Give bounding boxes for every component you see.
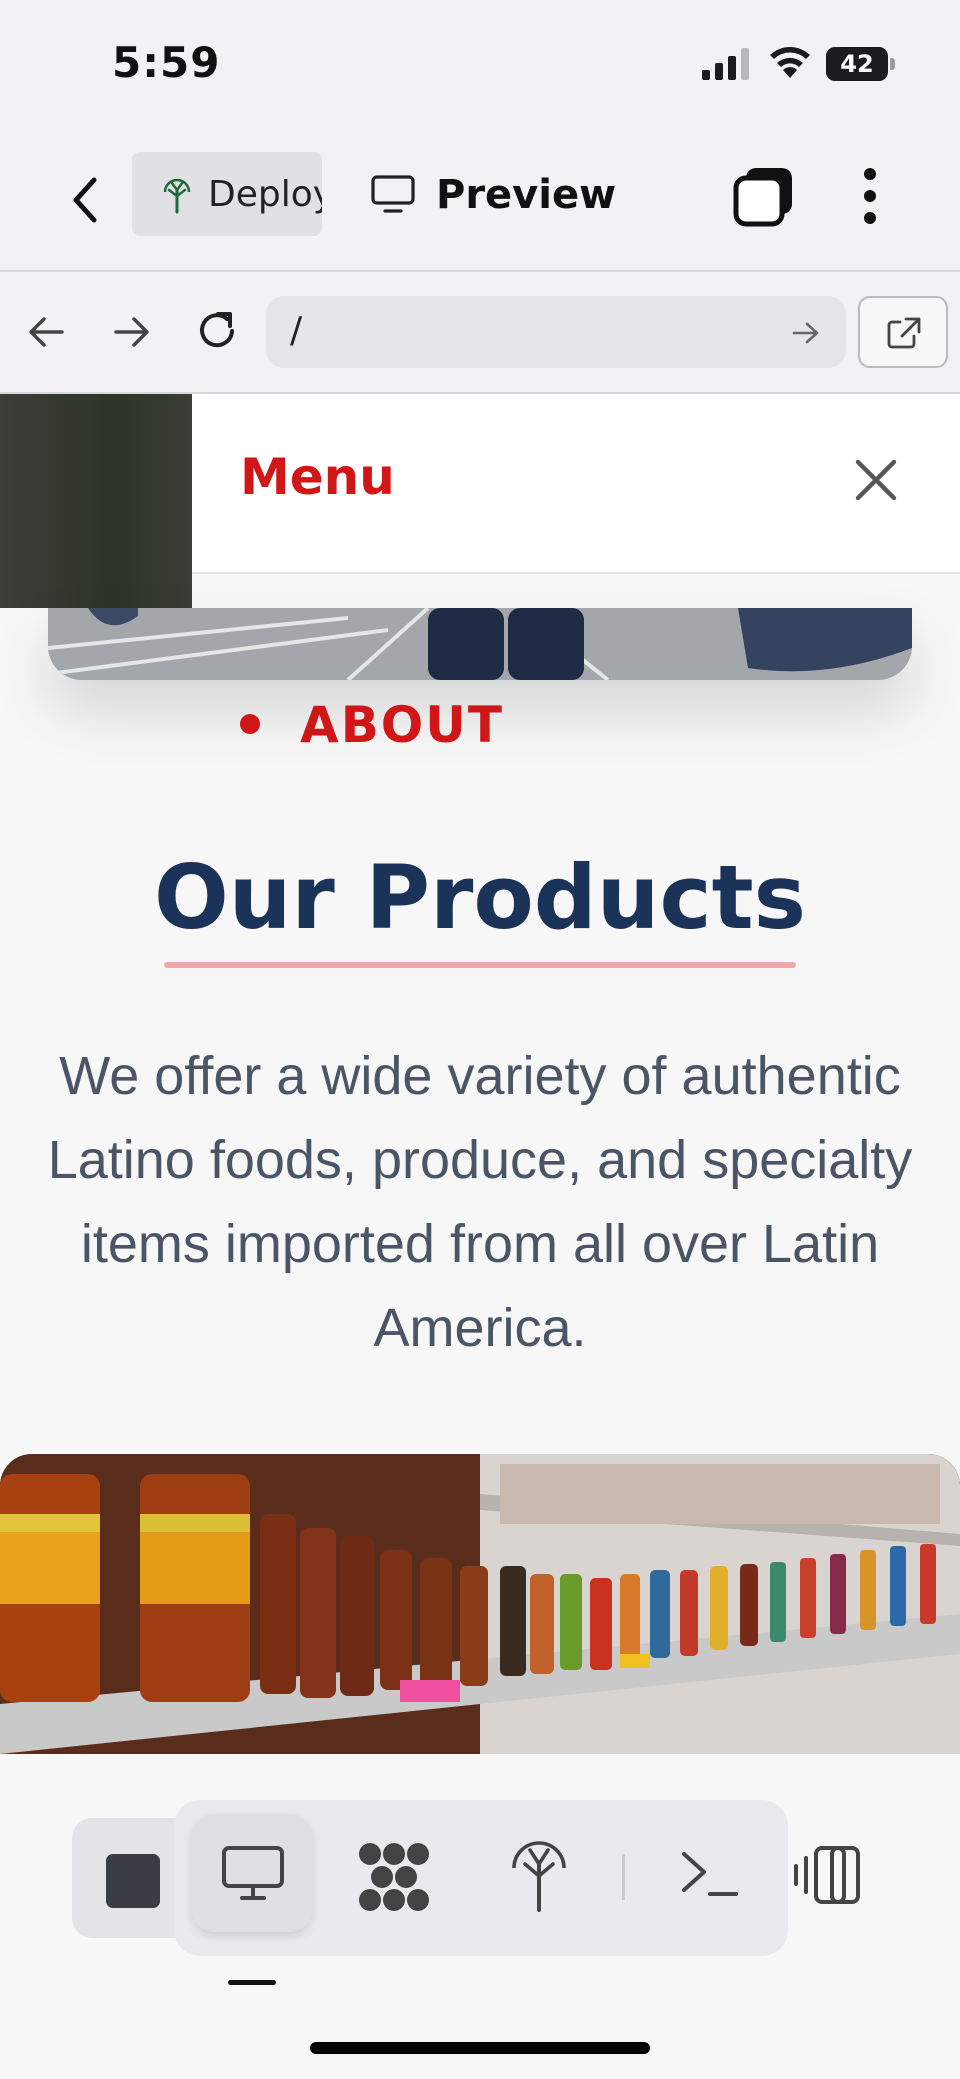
preview-label: Preview [436,172,617,218]
arrow-left-icon[interactable] [26,312,68,352]
wifi-icon [770,47,810,78]
cellular-signal-icon [702,48,749,80]
menu-title: Menu [240,448,395,506]
pattern-icon[interactable] [356,1840,432,1914]
preview-button[interactable]: Preview [368,152,616,236]
desktop-view-button[interactable] [192,1814,312,1932]
app-toolbar: Deploy Preview [0,130,960,272]
deploy-button[interactable]: Deploy [132,152,322,236]
url-text: / [290,310,303,351]
parking-lot-image [48,608,912,680]
mobile-menu-panel: Menu [192,394,960,574]
products-heading: Our Products [153,846,807,949]
products-description: We offer a wide variety of authentic Lat… [47,1046,913,1358]
tabs-icon[interactable] [732,164,796,228]
arrow-right-icon[interactable] [110,312,152,352]
external-link-icon [887,317,921,349]
stop-icon[interactable] [106,1854,160,1908]
deploy-tree-icon[interactable] [508,1838,570,1914]
url-input[interactable]: / [266,296,846,368]
store-shelves-photo [0,1454,960,1754]
deploy-label: Deploy [208,174,322,215]
menu-backdrop-image[interactable] [0,394,192,608]
active-tab-indicator [228,1980,276,1985]
home-indicator [310,2042,650,2054]
browser-bar: / [0,272,960,394]
back-chevron-icon[interactable] [62,170,112,230]
heading-underline [164,962,796,968]
nav-link-about[interactable]: ABOUT [300,696,504,754]
page-viewport[interactable]: Menu ABOUT Our Products We offer a wide … [0,394,960,1754]
battery-level: 42 [840,50,874,78]
monitor-icon [371,175,415,213]
terminal-icon[interactable] [680,1846,740,1902]
device-toggle-icon[interactable] [792,1844,864,1906]
more-vertical-icon[interactable] [860,164,880,228]
close-icon[interactable] [852,456,900,504]
nav-bullet [240,714,260,734]
status-bar: 5:59 42 [0,0,960,130]
desktop-icon [222,1846,284,1900]
reload-icon[interactable] [194,308,240,354]
deploy-icon [163,178,191,214]
go-arrow-icon[interactable] [790,318,822,348]
status-time: 5:59 [112,38,221,87]
shelves-image [0,1454,960,1754]
hero-photo [48,608,912,680]
bottom-dock [0,1754,960,2079]
dock-divider [622,1854,625,1900]
open-external-button[interactable] [858,296,948,368]
battery-indicator: 42 [826,47,896,81]
